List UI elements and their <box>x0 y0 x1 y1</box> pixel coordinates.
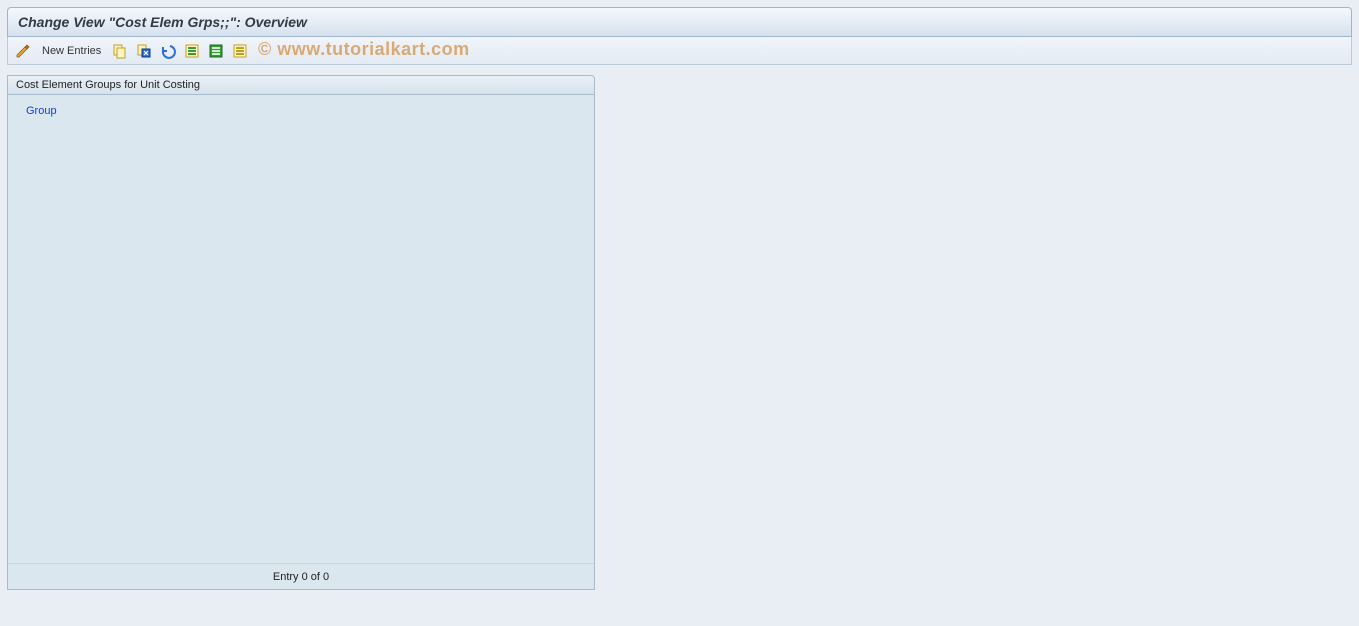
undo-change-icon[interactable] <box>159 42 177 60</box>
watermark-text: © www.tutorialkart.com <box>258 39 470 60</box>
panel-body: Group <box>8 95 594 563</box>
copy-as-icon[interactable] <box>111 42 129 60</box>
group-column-header[interactable]: Group <box>20 101 582 121</box>
deselect-all-icon[interactable] <box>231 42 249 60</box>
entry-count-text: Entry 0 of 0 <box>273 571 329 583</box>
app-toolbar: New Entries <box>7 37 1352 65</box>
cost-element-groups-panel: Cost Element Groups for Unit Costing Gro… <box>7 75 595 590</box>
delete-icon[interactable] <box>135 42 153 60</box>
select-all-icon[interactable] <box>183 42 201 60</box>
content-area: Cost Element Groups for Unit Costing Gro… <box>7 65 1352 590</box>
new-entries-button[interactable]: New Entries <box>38 43 105 59</box>
page-title: Change View "Cost Elem Grps;;": Overview <box>18 14 307 30</box>
panel-title: Cost Element Groups for Unit Costing <box>8 76 594 95</box>
title-bar: Change View "Cost Elem Grps;;": Overview <box>7 7 1352 37</box>
app-window: Change View "Cost Elem Grps;;": Overview… <box>0 0 1359 597</box>
panel-footer: Entry 0 of 0 <box>8 563 594 589</box>
select-block-icon[interactable] <box>207 42 225 60</box>
toggle-display-change-icon[interactable] <box>14 42 32 60</box>
